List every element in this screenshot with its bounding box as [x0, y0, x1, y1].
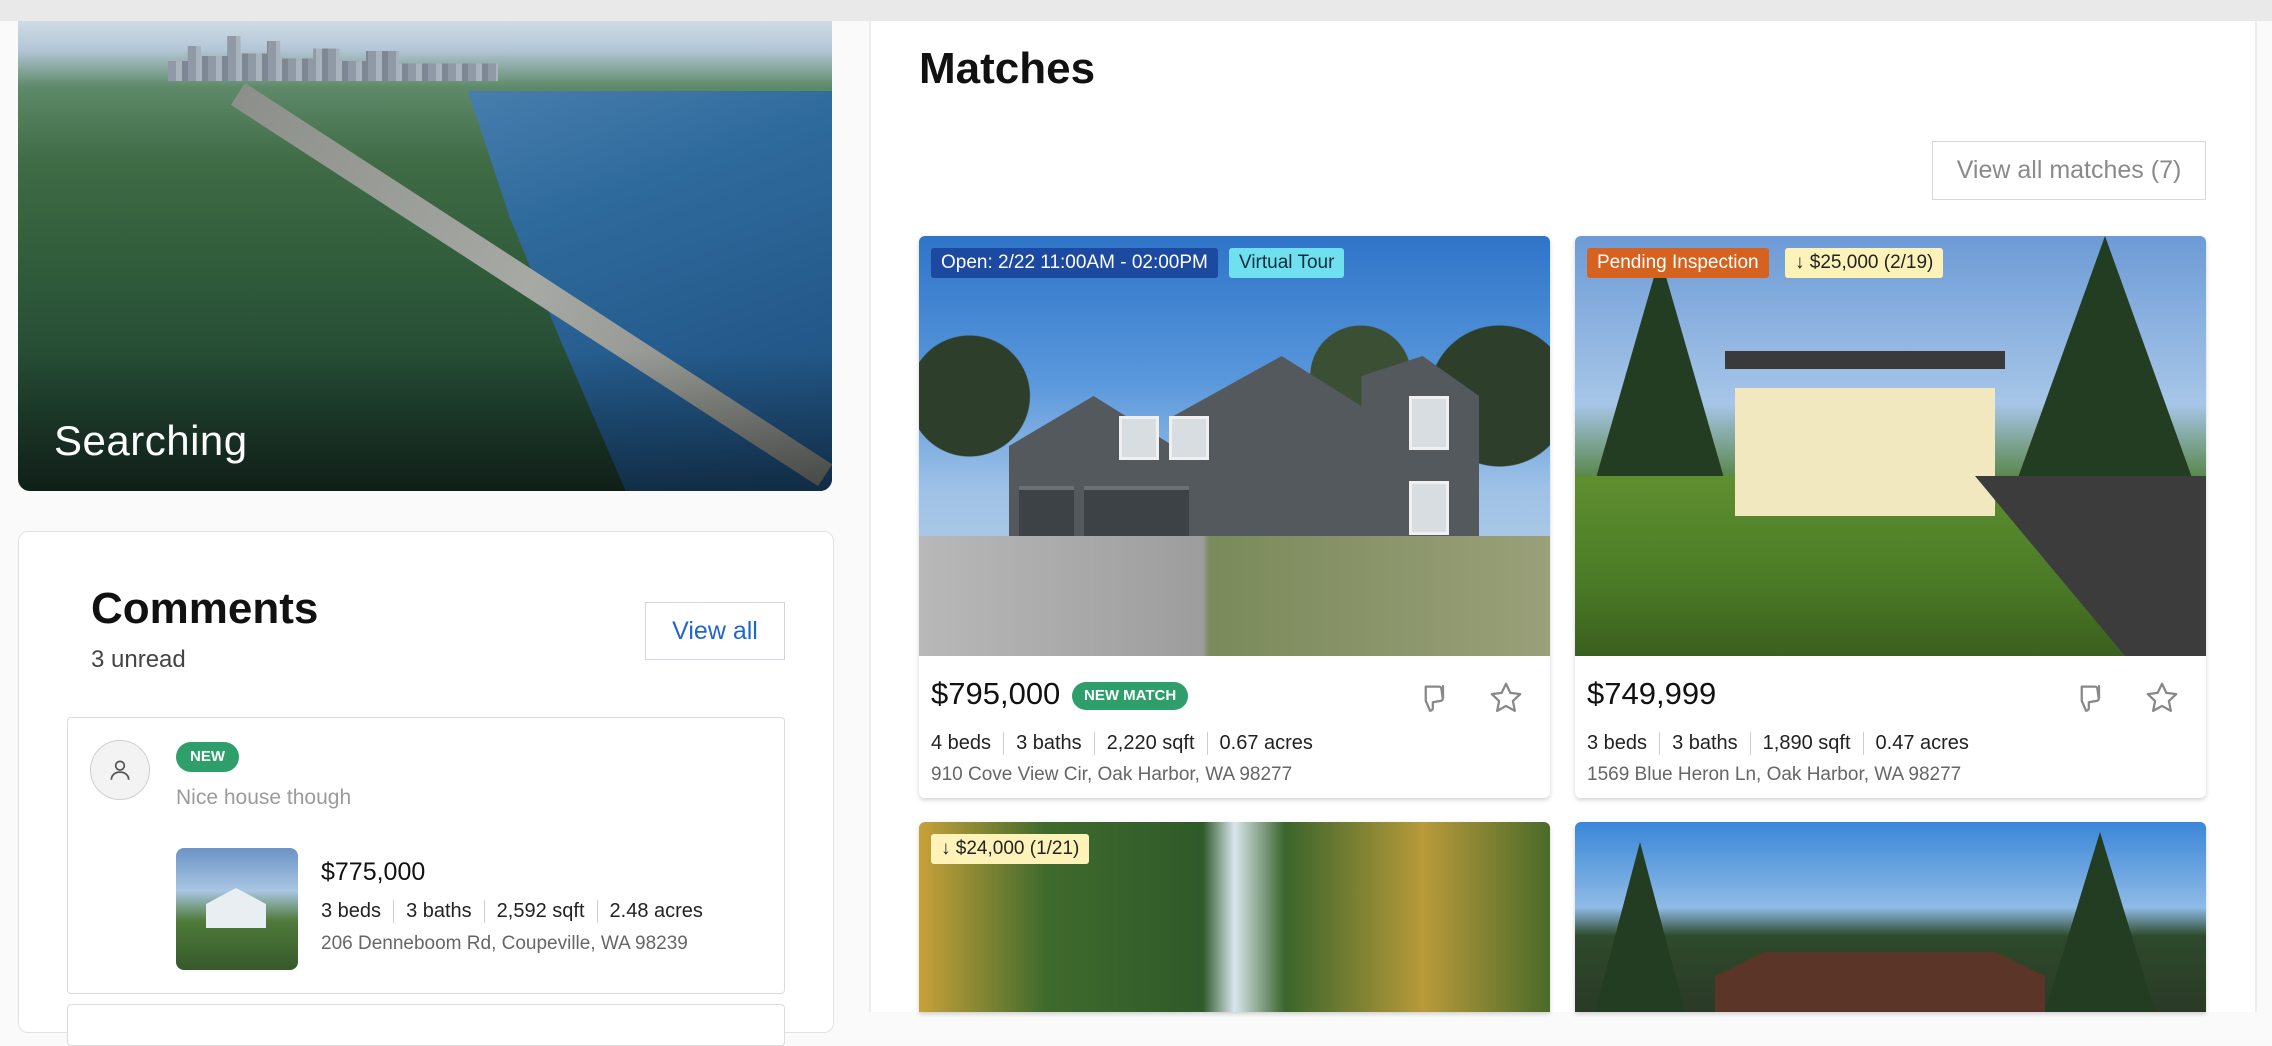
spec-acres: 0.47 acres [1862, 732, 1981, 755]
listing-price: $795,000 [931, 676, 1061, 711]
star-icon [1490, 682, 1522, 713]
new-match-badge: NEW MATCH [1072, 682, 1189, 710]
photo-tree [1595, 842, 1685, 1012]
spec-baths: 3 baths [393, 900, 484, 923]
listing-photo[interactable]: Open: 2/22 11:00AM - 02:00PM Virtual Tou… [919, 236, 1550, 656]
spec-sqft: 1,890 sqft [1749, 732, 1863, 755]
virtual-tour-tag: Virtual Tour [1229, 248, 1345, 278]
photo-window [1409, 481, 1449, 535]
favorite-button[interactable] [2142, 678, 2182, 718]
listing-card[interactable] [1575, 822, 2206, 1012]
photo-window [1119, 416, 1159, 460]
favorite-button[interactable] [1486, 678, 1526, 718]
pending-inspection-tag: Pending Inspection [1587, 248, 1769, 278]
comment-listing-price: $775,000 [321, 858, 426, 886]
open-house-tag: Open: 2/22 11:00AM - 02:00PM [931, 248, 1218, 278]
comments-card: Comments 3 unread View all NEW Nice hous… [18, 531, 834, 1046]
dislike-button[interactable] [2066, 678, 2106, 718]
matches-title: Matches [919, 44, 1096, 93]
comment-text: Nice house though [176, 786, 352, 809]
listing-address: 910 Cove View Cir, Oak Harbor, WA 98277 [931, 764, 1293, 785]
comments-unread-count: 3 unread [91, 646, 186, 673]
listing-specs: 3 beds 3 baths 1,890 sqft 0.47 acres [1587, 732, 1981, 755]
spec-baths: 3 baths [1659, 732, 1750, 755]
spec-sqft: 2,220 sqft [1093, 732, 1207, 755]
user-icon [110, 760, 130, 780]
photo-window [1169, 416, 1209, 460]
browser-top-strip [0, 0, 2272, 21]
spec-beds: 3 beds [1587, 732, 1648, 754]
star-icon [2146, 682, 2178, 713]
comments-title: Comments [91, 584, 319, 633]
search-hero-image[interactable]: Searching [18, 21, 832, 491]
listing-card[interactable]: Open: 2/22 11:00AM - 02:00PM Virtual Tou… [919, 236, 1550, 798]
photo-window [1409, 396, 1449, 450]
comment-listing-thumbnail[interactable] [176, 848, 298, 970]
thumbs-down-icon [1424, 685, 1445, 712]
listing-specs: 4 beds 3 baths 2,220 sqft 0.67 acres [931, 732, 1325, 755]
hero-title: Searching [54, 417, 248, 464]
spec-baths: 3 baths [1003, 732, 1094, 755]
view-all-matches-button[interactable]: View all matches (7) [1932, 141, 2206, 200]
dislike-button[interactable] [1410, 678, 1450, 718]
listing-photo[interactable]: ↓ $24,000 (1/21) [919, 822, 1550, 1012]
price-drop-label: $25,000 (2/19) [1809, 252, 1934, 273]
price-drop-tag: ↓ $24,000 (1/21) [931, 834, 1090, 864]
arrow-down-icon: ↓ [1795, 252, 1805, 273]
comment-listing-specs: 3 beds 3 baths 2,592 sqft 2.48 acres [321, 900, 715, 923]
new-badge: NEW [176, 742, 239, 772]
listing-address: 1569 Blue Heron Ln, Oak Harbor, WA 98277 [1587, 764, 1962, 785]
photo-tree [2015, 236, 2195, 486]
comment-item[interactable]: NEW Nice house though $775,000 3 beds 3 … [67, 717, 785, 994]
hero-skyline [168, 36, 498, 81]
avatar [90, 740, 150, 800]
listing-card[interactable]: Pending Inspection ↓ $25,000 (2/19) $749… [1575, 236, 2206, 798]
spec-beds: 4 beds [931, 732, 992, 754]
spec-acres: 0.67 acres [1206, 732, 1325, 755]
panel-divider [869, 21, 871, 1012]
panel-edge [2255, 21, 2257, 1012]
photo-house [1715, 952, 2045, 1012]
listing-card[interactable]: ↓ $24,000 (1/21) [919, 822, 1550, 1012]
listing-photo[interactable]: Pending Inspection ↓ $25,000 (2/19) [1575, 236, 2206, 656]
listing-photo[interactable] [1575, 822, 2206, 1012]
photo-driveway [919, 536, 1550, 656]
photo-house [1735, 388, 1995, 516]
photo-roof [1725, 351, 2005, 369]
listing-price: $749,999 [1587, 676, 1717, 711]
price-drop-label: $24,000 (1/21) [955, 838, 1080, 859]
comment-listing-address: 206 Denneboom Rd, Coupeville, WA 98239 [321, 933, 688, 954]
arrow-down-icon: ↓ [941, 838, 951, 859]
photo-tree [2045, 832, 2155, 1012]
view-all-comments-button[interactable]: View all [645, 602, 785, 660]
price-drop-tag: ↓ $25,000 (2/19) [1785, 248, 1944, 278]
thumbs-down-icon [2080, 685, 2101, 712]
comment-item[interactable] [67, 1004, 785, 1046]
thumbnail-house [206, 888, 266, 928]
spec-acres: 2.48 acres [596, 900, 715, 923]
spec-sqft: 2,592 sqft [483, 900, 597, 923]
spec-beds: 3 beds [321, 900, 382, 922]
